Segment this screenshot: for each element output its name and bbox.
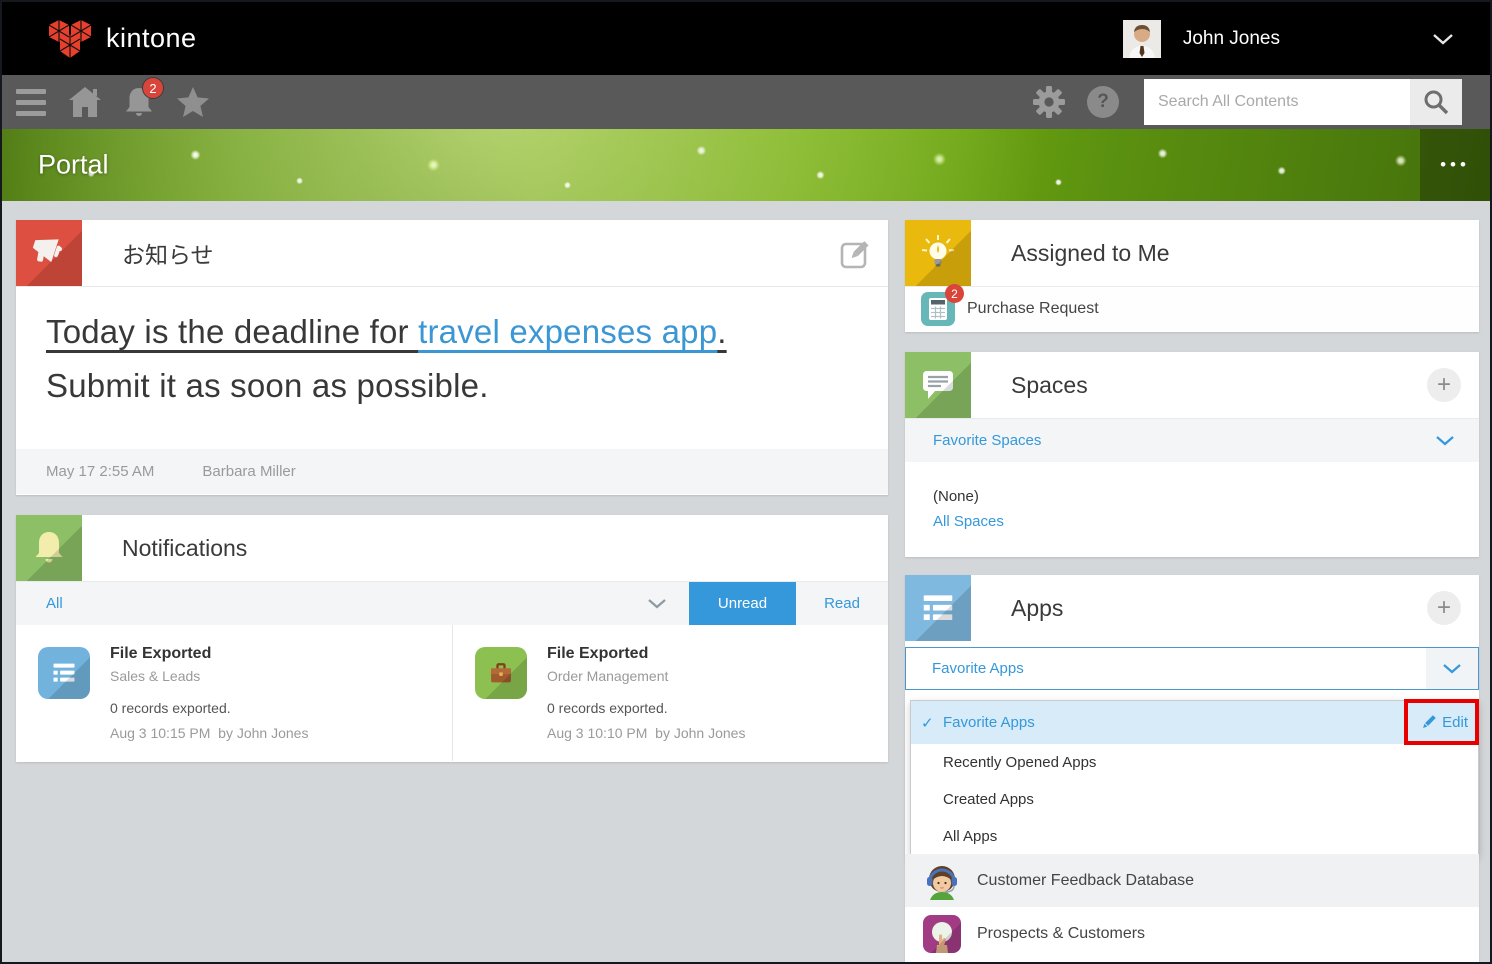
filter-all[interactable]: All — [46, 582, 63, 625]
notifications-title: Notifications — [122, 535, 247, 562]
announcement-line2: Submit it as soon as possible. — [46, 367, 858, 405]
user-chevron-down-icon — [1432, 33, 1454, 45]
menu-item-favorite-apps[interactable]: ✓ Favorite Apps Edit — [911, 701, 1478, 744]
pencil-icon — [1420, 715, 1436, 731]
notification-meta: Aug 3 10:15 PM by John Jones — [110, 725, 452, 741]
assigned-to-me-widget: Assigned to Me 2 Purchase Request — [905, 220, 1479, 332]
customer-support-avatar-icon — [923, 862, 961, 900]
apps-list-icon — [905, 575, 971, 641]
spaces-title: Spaces — [1011, 372, 1088, 399]
nav-bar: 2 ? — [2, 75, 1490, 129]
notification-app-name: Order Management — [547, 668, 888, 684]
settings-gear-icon[interactable] — [1022, 75, 1076, 129]
notification-title: File Exported — [547, 645, 888, 663]
prospects-app-icon — [923, 915, 961, 953]
add-app-button[interactable]: + — [1427, 591, 1461, 625]
app-name: Customer Feedback Database — [977, 872, 1194, 890]
notification-title: File Exported — [110, 645, 452, 663]
announcement-body: Today is the deadline for travel expense… — [16, 286, 888, 449]
kintone-portal-page: kintone John Jones — [0, 0, 1492, 964]
announcement-timestamp: May 17 2:55 AM — [46, 463, 154, 480]
app-name: Prospects & Customers — [977, 925, 1145, 943]
apps-title: Apps — [1011, 595, 1063, 622]
notification-app-name: Sales & Leads — [110, 668, 452, 684]
apps-filter-select[interactable]: Favorite Apps — [905, 647, 1479, 690]
notifications-filter-bar: All Unread Read — [16, 581, 888, 625]
filter-read-button[interactable]: Read — [796, 582, 888, 625]
apps-filter-dropdown: ✓ Favorite Apps Edit Recently Opened App… — [910, 700, 1479, 856]
menu-item-recently-opened-apps[interactable]: Recently Opened Apps — [911, 744, 1478, 781]
list-app-icon — [38, 647, 90, 699]
edit-favorite-apps-button[interactable]: Edit — [1420, 714, 1468, 731]
spaces-none-label: (None) — [933, 488, 1479, 505]
kintone-logo-icon — [48, 18, 92, 60]
check-icon: ✓ — [921, 714, 934, 732]
announcement-author: Barbara Miller — [202, 463, 295, 480]
bell-widget-icon — [16, 515, 82, 581]
apps-filter-value: Favorite Apps — [932, 660, 1024, 677]
user-name: John Jones — [1183, 28, 1280, 50]
notification-meta: Aug 3 10:10 PM by John Jones — [547, 725, 888, 741]
spaces-filter-label: Favorite Spaces — [933, 432, 1041, 449]
apps-select-chevron-down-icon — [1426, 648, 1478, 689]
notification-detail: 0 records exported. — [110, 700, 452, 716]
announcement-line1: Today is the deadline for travel expense… — [46, 313, 858, 351]
megaphone-icon — [16, 220, 82, 286]
search-bar — [1144, 79, 1462, 125]
page-title: Portal — [38, 150, 109, 181]
favorites-star-icon[interactable] — [166, 75, 220, 129]
spaces-chevron-down-icon — [1435, 435, 1455, 446]
task-label: Purchase Request — [967, 300, 1099, 318]
speech-bubble-icon — [905, 352, 971, 418]
briefcase-app-icon — [475, 647, 527, 699]
travel-expenses-app-link[interactable]: travel expenses app — [418, 313, 717, 350]
announcements-widget: お知らせ Today is the deadline for travel ex… — [16, 220, 888, 495]
add-space-button[interactable]: + — [1427, 368, 1461, 402]
all-spaces-link[interactable]: All Spaces — [933, 513, 1479, 530]
lightbulb-icon — [905, 220, 971, 286]
assigned-to-me-title: Assigned to Me — [1011, 240, 1170, 267]
announcement-edit-icon[interactable] — [840, 239, 870, 269]
logo-text: kintone — [106, 23, 197, 54]
avatar — [1123, 20, 1161, 58]
assigned-task-row[interactable]: 2 Purchase Request — [905, 286, 1479, 331]
task-count-badge: 2 — [945, 284, 964, 303]
search-input[interactable] — [1144, 79, 1410, 125]
hamburger-menu-icon[interactable] — [4, 75, 58, 129]
kintone-logo[interactable]: kintone — [48, 18, 197, 60]
notifications-bell-icon[interactable]: 2 — [112, 75, 166, 129]
portal-cover: Portal ••• — [2, 129, 1490, 201]
filter-chevron-down-icon[interactable] — [647, 582, 667, 625]
spaces-widget: Spaces + Favorite Spaces (None) All Spac… — [905, 352, 1479, 557]
announcement-footer: May 17 2:55 AM Barbara Miller — [16, 449, 888, 494]
app-row-customer-feedback[interactable]: Customer Feedback Database — [905, 854, 1479, 907]
notification-detail: 0 records exported. — [547, 700, 888, 716]
home-icon[interactable] — [58, 75, 112, 129]
search-icon — [1423, 89, 1449, 115]
spaces-filter-row[interactable]: Favorite Spaces — [905, 418, 1479, 462]
menu-item-created-apps[interactable]: Created Apps — [911, 781, 1478, 818]
user-menu[interactable]: John Jones — [1123, 2, 1454, 75]
calculator-app-icon: 2 — [921, 292, 955, 326]
notification-item[interactable]: File Exported Sales & Leads 0 records ex… — [16, 625, 452, 761]
filter-unread-button[interactable]: Unread — [689, 582, 796, 625]
portal-more-options-icon[interactable]: ••• — [1420, 129, 1490, 201]
top-bar: kintone John Jones — [2, 2, 1490, 75]
notifications-widget: Notifications All Unread Read — [16, 515, 888, 762]
notification-count-badge: 2 — [142, 77, 164, 99]
help-icon[interactable]: ? — [1076, 75, 1130, 129]
announcements-title: お知らせ — [122, 236, 214, 270]
notification-item[interactable]: File Exported Order Management 0 records… — [452, 625, 888, 761]
search-button[interactable] — [1410, 79, 1462, 125]
menu-item-all-apps[interactable]: All Apps — [911, 818, 1478, 855]
apps-widget: Apps + Favorite Apps ✓ Favorite Apps — [905, 575, 1479, 962]
app-row-prospects-customers[interactable]: Prospects & Customers — [905, 907, 1479, 960]
